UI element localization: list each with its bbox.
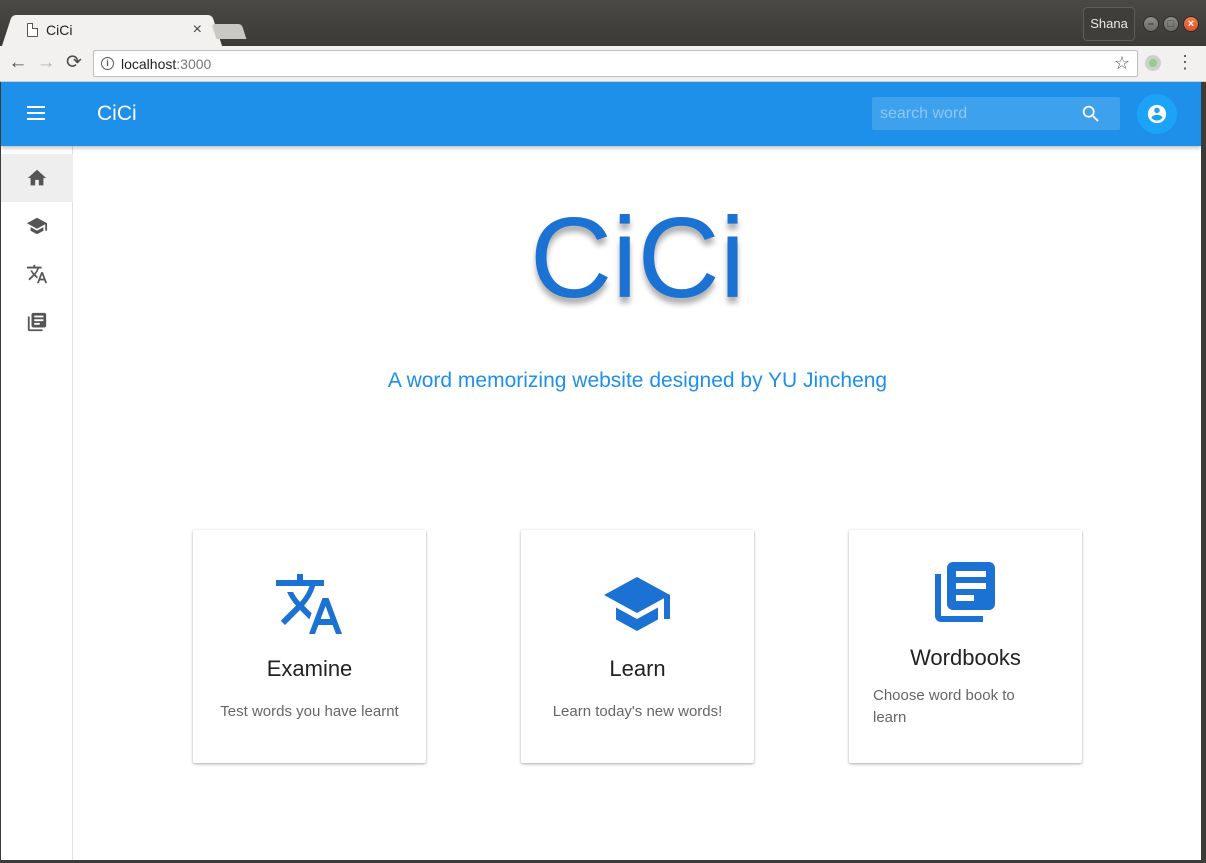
school-icon: [26, 217, 48, 235]
browser-tab[interactable]: CiCi ×: [14, 15, 210, 46]
window-close-icon[interactable]: ×: [1183, 16, 1199, 32]
info-icon[interactable]: i: [101, 57, 114, 70]
url-text: localhost:3000: [121, 56, 212, 72]
search-box: [872, 97, 1120, 130]
window-titlebar: CiCi × Shana – □ ×: [0, 0, 1206, 46]
address-bar[interactable]: i localhost:3000 ☆: [93, 50, 1138, 77]
maximize-icon[interactable]: □: [1163, 16, 1179, 32]
browser-menu-icon[interactable]: ⋮: [1176, 52, 1194, 74]
main-content: CiCi A word memorizing website designed …: [74, 146, 1201, 860]
card-description: Choose word book to learn: [873, 687, 1015, 726]
translate-icon: [276, 574, 342, 634]
card-wordbooks[interactable]: Wordbooks Choose word book to learn: [849, 530, 1082, 763]
hero-title: CiCi: [529, 195, 746, 322]
window-frame-right: [1201, 82, 1206, 863]
new-tab-button[interactable]: [211, 24, 247, 39]
translate-icon: [26, 264, 48, 284]
sidebar-item-home[interactable]: [1, 154, 73, 202]
card-title: Examine: [266, 656, 353, 681]
search-icon[interactable]: [1080, 103, 1102, 125]
sidebar-item-learn[interactable]: [1, 202, 73, 250]
app-brand[interactable]: CiCi: [97, 102, 137, 126]
profile-button[interactable]: Shana: [1083, 7, 1135, 41]
card-title: Learn: [609, 656, 666, 681]
app-bar: CiCi: [1, 82, 1201, 146]
tab-title: CiCi: [46, 22, 73, 38]
home-icon: [27, 169, 47, 186]
extension-icon[interactable]: [1145, 55, 1161, 71]
card-description: Test words you have learnt: [220, 703, 399, 720]
card-examine[interactable]: Examine Test words you have learnt: [193, 530, 426, 763]
hero-subtitle: A word memorizing website designed by YU…: [387, 369, 888, 392]
library-books-icon: [27, 312, 47, 332]
search-input[interactable]: [880, 103, 1070, 125]
account-circle-icon: [1147, 104, 1167, 124]
browser-toolbar: ← → ⟳ i localhost:3000 ☆ ⋮: [0, 46, 1206, 82]
sidebar: [1, 146, 73, 860]
reload-icon[interactable]: ⟳: [62, 51, 86, 75]
menu-icon[interactable]: [27, 106, 47, 122]
library-books-icon: [935, 562, 995, 622]
page-icon: [27, 23, 38, 37]
card-learn[interactable]: Learn Learn today's new words!: [521, 530, 754, 763]
sidebar-item-wordbooks[interactable]: [1, 298, 73, 346]
web-page: CiCi CiCi A word memorizing website desi…: [1, 82, 1201, 860]
card-description: Learn today's new words!: [552, 703, 723, 720]
sidebar-item-examine[interactable]: [1, 250, 73, 298]
minimize-icon[interactable]: –: [1143, 16, 1159, 32]
back-arrow-icon[interactable]: ←: [6, 51, 30, 75]
tab-close-icon[interactable]: ×: [193, 21, 202, 39]
card-title: Wordbooks: [910, 645, 1021, 670]
forward-arrow-icon[interactable]: →: [34, 51, 58, 75]
account-button[interactable]: [1137, 94, 1177, 134]
bookmark-star-icon[interactable]: ☆: [1114, 53, 1130, 74]
school-icon: [604, 577, 670, 631]
